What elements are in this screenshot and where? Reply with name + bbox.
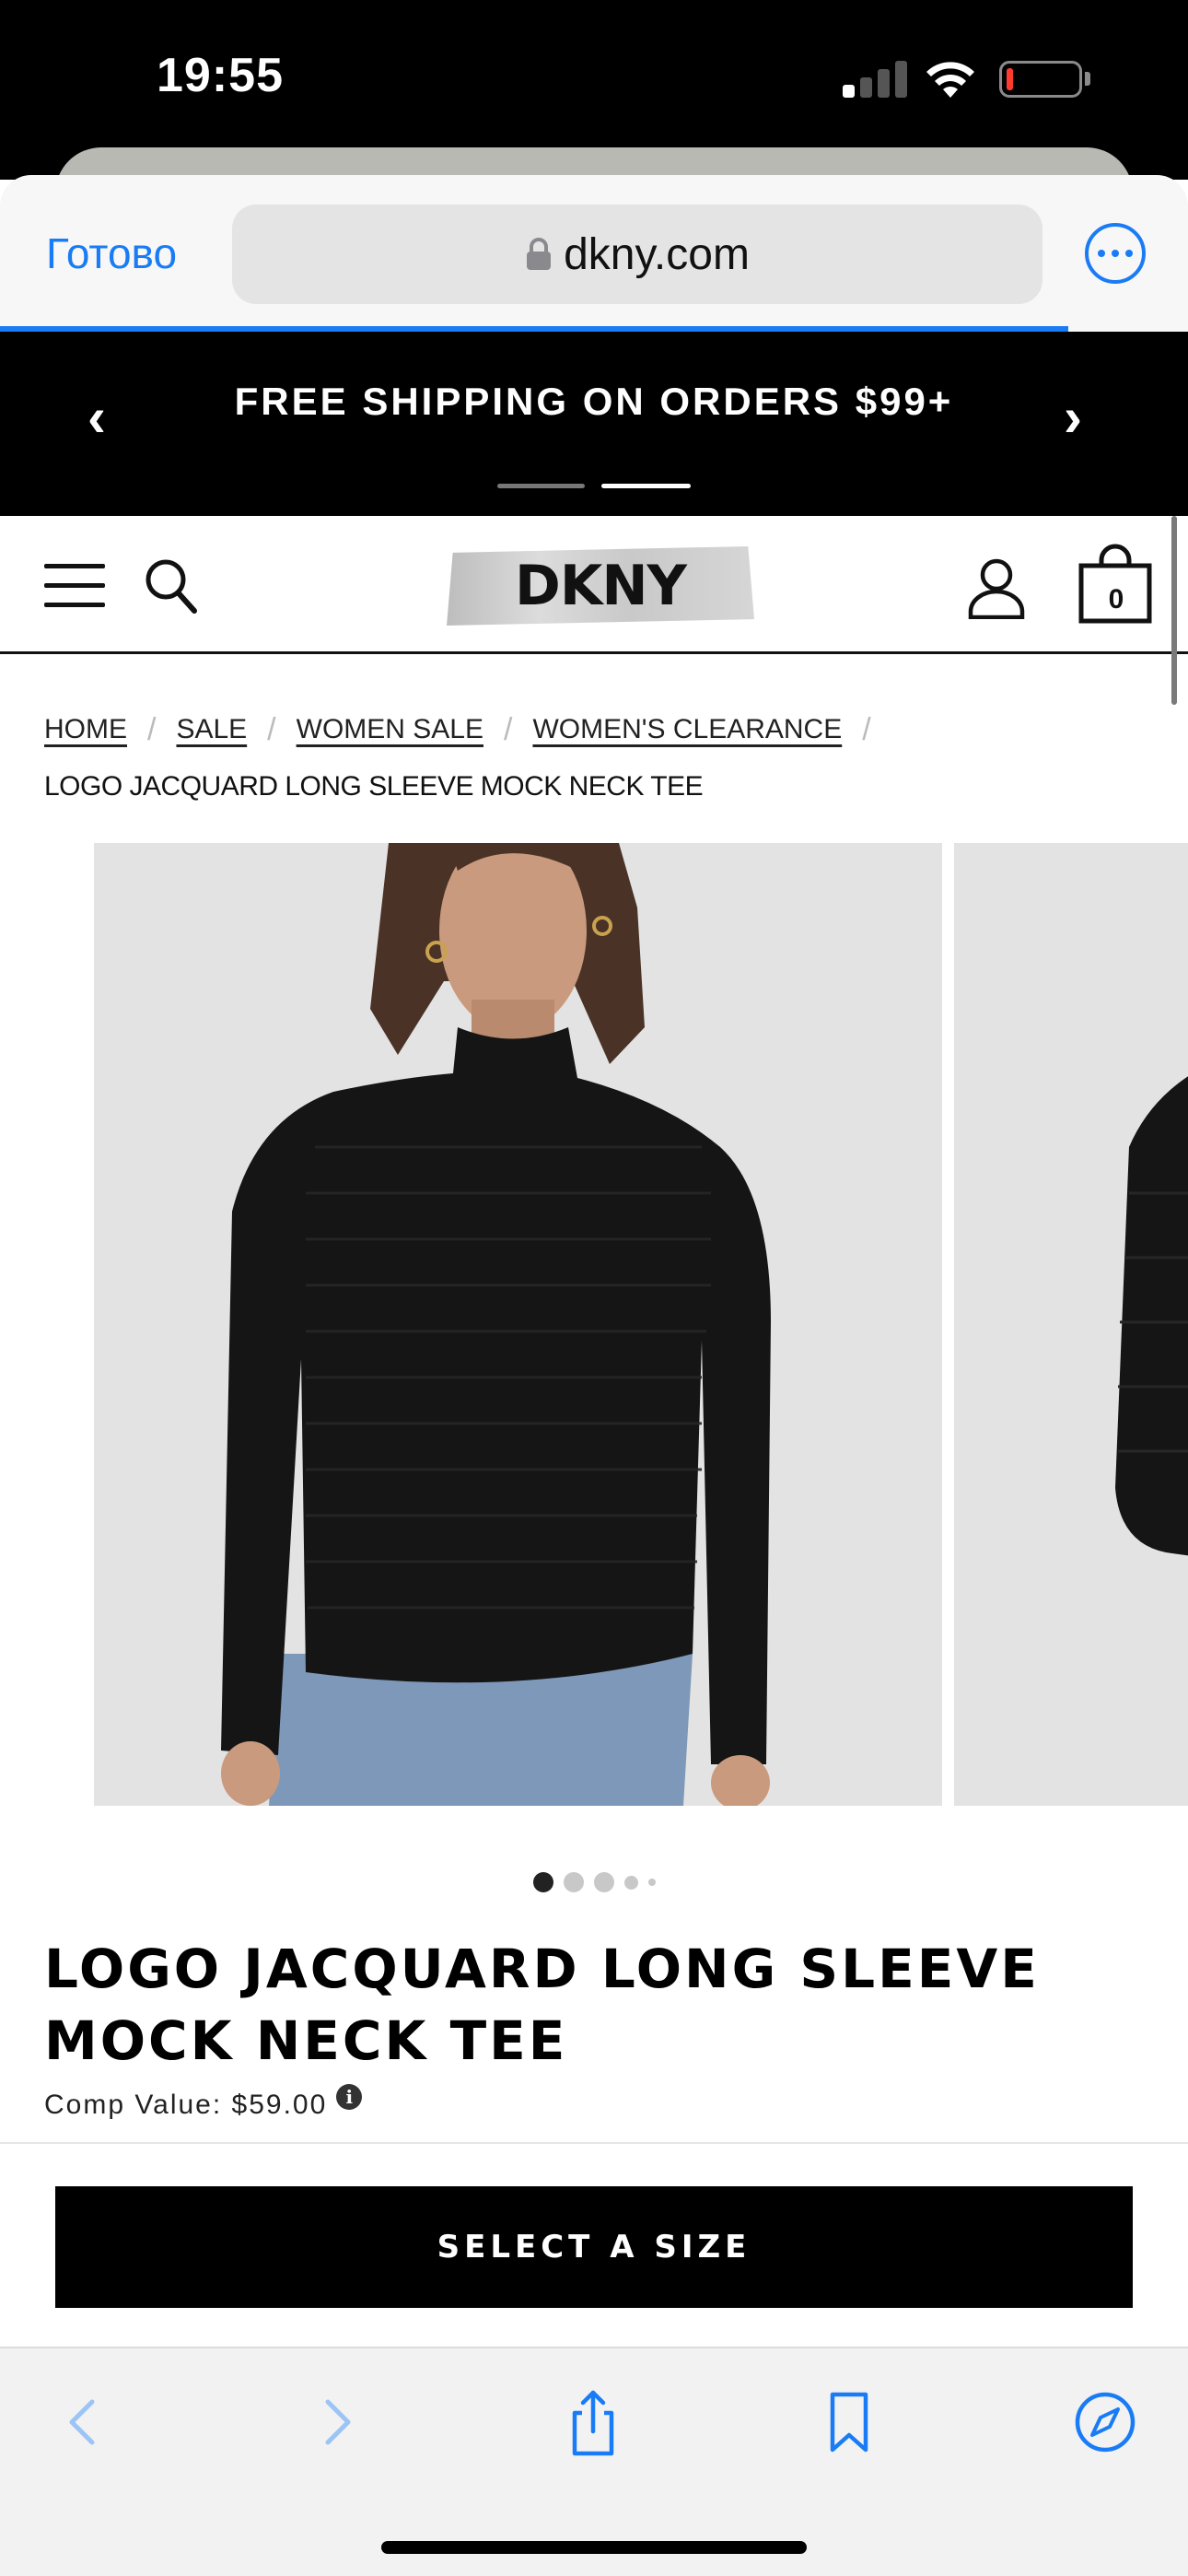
select-size-button[interactable]: SELECT A SIZE (55, 2186, 1133, 2308)
gallery-dot-5[interactable] (647, 1879, 656, 1886)
done-button[interactable]: Готово (46, 228, 177, 278)
breadcrumb-separator: / (147, 712, 157, 747)
product-image-front[interactable] (94, 843, 942, 1806)
scrollbar[interactable] (1171, 516, 1177, 705)
dkny-logo[interactable]: DKNY (447, 546, 754, 626)
breadcrumb-separator: / (862, 712, 871, 747)
lock-icon (527, 238, 552, 270)
browser-header: Готово dkny.com (0, 175, 1188, 332)
breadcrumb-home[interactable]: HOME (44, 711, 127, 748)
model-photo (221, 843, 771, 1806)
url-text: dkny.com (564, 229, 750, 279)
url-field[interactable]: dkny.com (232, 205, 1042, 304)
promo-next-button[interactable]: › (1064, 385, 1082, 449)
comp-value: Comp Value: $59.00 (44, 2090, 328, 2120)
product-gallery[interactable] (0, 843, 1188, 1806)
status-time: 19:55 (157, 49, 284, 102)
sticky-cta-bar: SELECT A SIZE (0, 2142, 1188, 2347)
site-header: DKNY 0 (0, 516, 1188, 654)
battery-low-icon (999, 61, 1082, 98)
product-title: LOGO JACQUARD LONG SLEEVE MOCK NECK TEE (44, 1938, 1040, 2072)
product-image-side[interactable] (954, 843, 1188, 1806)
breadcrumb-separator: / (504, 712, 513, 747)
promo-banner: ‹ FREE SHIPPING ON ORDERS $99+ › (0, 332, 1188, 516)
breadcrumb-womens-clearance[interactable]: WOMEN'S CLEARANCE (532, 711, 842, 748)
forward-icon[interactable] (300, 2385, 374, 2459)
account-icon[interactable] (967, 556, 1026, 619)
bag-count: 0 (1108, 584, 1124, 615)
back-icon[interactable] (46, 2385, 120, 2459)
battery-cap (1085, 72, 1090, 86)
compass-icon[interactable] (1068, 2385, 1142, 2459)
breadcrumb: HOME / SALE / WOMEN SALE / WOMEN'S CLEAR… (44, 711, 1149, 805)
gallery-dot-3[interactable] (593, 1872, 614, 1892)
breadcrumb-separator: / (267, 712, 276, 747)
promo-indicator-1[interactable] (497, 484, 585, 488)
breadcrumb-current: LOGO JACQUARD LONG SLEEVE MOCK NECK TEE (44, 771, 704, 802)
home-indicator[interactable] (381, 2541, 807, 2554)
bookmarks-icon[interactable] (812, 2385, 886, 2459)
gallery-pagination (0, 1872, 1188, 1892)
info-icon[interactable]: i (336, 2084, 363, 2110)
promo-text[interactable]: FREE SHIPPING ON ORDERS $99+ (0, 380, 1188, 424)
share-icon[interactable] (556, 2385, 630, 2459)
gallery-dot-2[interactable] (563, 1872, 584, 1892)
gallery-dot-4[interactable] (623, 1875, 638, 1890)
comp-value-row: Comp Value: $59.00 i (44, 2084, 363, 2121)
promo-indicator-2[interactable] (601, 484, 691, 488)
search-icon[interactable] (143, 556, 198, 615)
more-icon[interactable] (1085, 223, 1146, 284)
model-photo-side (1115, 1076, 1188, 1556)
menu-icon[interactable] (44, 564, 105, 608)
wifi-icon (926, 62, 974, 98)
gallery-dot-1[interactable] (532, 1872, 553, 1892)
breadcrumb-women-sale[interactable]: WOMEN SALE (297, 711, 483, 748)
breadcrumb-sale[interactable]: SALE (176, 711, 247, 748)
cellular-signal-icon (843, 59, 909, 98)
